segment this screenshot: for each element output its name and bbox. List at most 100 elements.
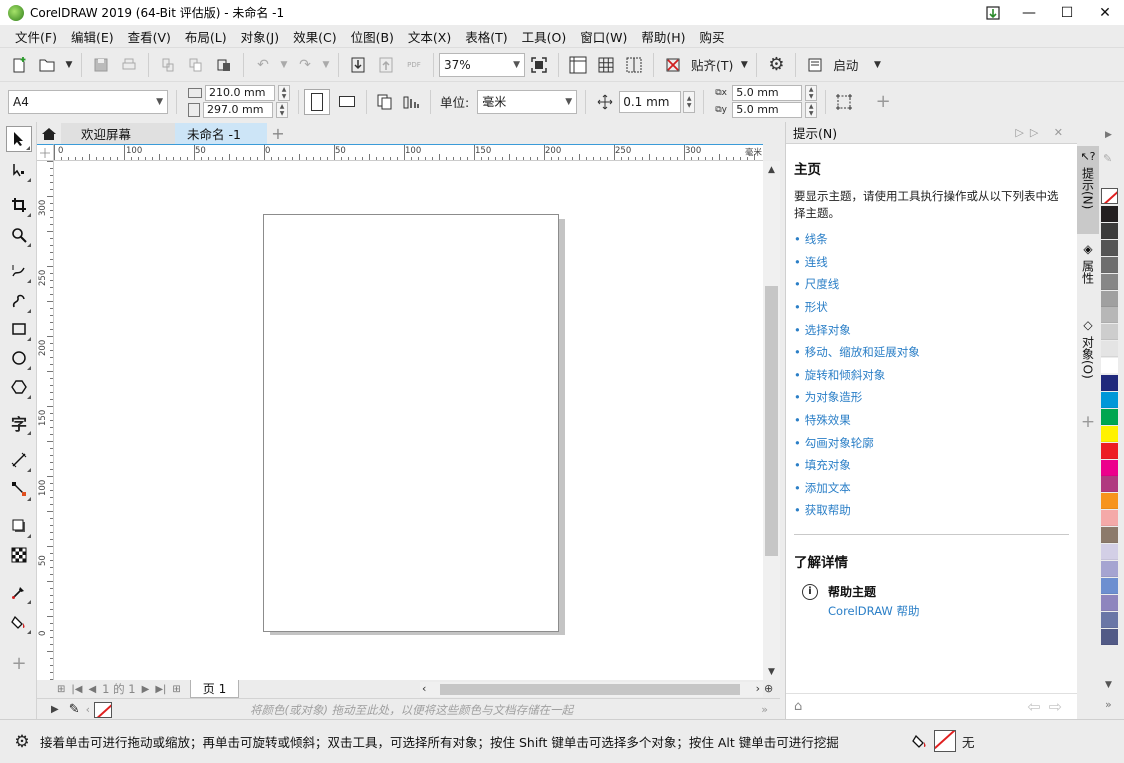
- palette-color-swatch[interactable]: [1101, 611, 1118, 628]
- palette-color-swatch[interactable]: [1101, 594, 1118, 611]
- menu-edit[interactable]: 编辑(E): [64, 27, 121, 46]
- palette-picker-icon[interactable]: ✎: [1103, 152, 1112, 165]
- launch-icon[interactable]: [803, 52, 827, 78]
- new-document-icon[interactable]: [8, 52, 32, 78]
- connector-tool-icon[interactable]: [6, 476, 32, 502]
- status-settings-gear-icon[interactable]: ⚙: [12, 732, 32, 752]
- update-icon[interactable]: [976, 0, 1010, 25]
- zoom-dropdown-chevron-icon[interactable]: ▼: [507, 60, 520, 70]
- palette-color-swatch[interactable]: [1101, 391, 1118, 408]
- palette-color-swatch[interactable]: [1101, 273, 1118, 290]
- horizontal-ruler[interactable]: 0 100 50 0 50 100 150 200 250 300 毫米: [54, 144, 763, 161]
- page-size-chevron-icon[interactable]: ▼: [150, 97, 163, 107]
- hint-link-item[interactable]: • 连线: [794, 251, 1069, 274]
- duplicate-x-spinner[interactable]: ▲ ▼: [805, 85, 818, 101]
- side-tab-hints[interactable]: ↖? 提示(N): [1077, 146, 1099, 234]
- paste-icon[interactable]: [212, 52, 236, 78]
- add-tool-plus-icon[interactable]: +: [6, 650, 32, 676]
- side-tab-objects[interactable]: ◇ 对象(O): [1077, 314, 1099, 406]
- palette-color-swatch[interactable]: [1101, 222, 1118, 239]
- palette-color-swatch[interactable]: [1101, 307, 1118, 324]
- palette-color-swatch[interactable]: [1101, 425, 1118, 442]
- palette-color-swatch[interactable]: [1101, 256, 1118, 273]
- palette-top-arrow-icon[interactable]: ▶: [1105, 130, 1112, 140]
- palette-color-swatch[interactable]: [1101, 341, 1118, 358]
- maximize-button[interactable]: ☐: [1048, 0, 1086, 25]
- add-tab-plus-icon[interactable]: +: [267, 123, 289, 144]
- horizontal-scroll-thumb[interactable]: [440, 684, 740, 695]
- hint-link-item[interactable]: • 选择对象: [794, 318, 1069, 341]
- hint-link-item[interactable]: • 添加文本: [794, 477, 1069, 500]
- docker-controls[interactable]: ▷▷ ✕: [1015, 126, 1069, 139]
- menu-object[interactable]: 对象(J): [234, 27, 286, 46]
- horizontal-scrollbar[interactable]: ‹ ›: [420, 682, 763, 697]
- palette-color-swatch[interactable]: [1101, 358, 1118, 375]
- last-page-icon[interactable]: ▶|: [152, 684, 169, 695]
- menu-tools[interactable]: 工具(O): [515, 27, 574, 46]
- text-tool-icon[interactable]: 字: [6, 410, 32, 436]
- zoom-level-combo[interactable]: 37% ▼: [439, 52, 525, 77]
- launch-label[interactable]: 启动: [833, 55, 858, 74]
- open-dropdown-chevron-icon[interactable]: ▼: [64, 52, 74, 78]
- parallel-dimension-tool-icon[interactable]: [6, 447, 32, 473]
- palette-color-swatch[interactable]: [1101, 408, 1118, 425]
- menu-window[interactable]: 窗口(W): [573, 27, 634, 46]
- page-width-spinner[interactable]: ▲ ▼: [278, 85, 290, 101]
- landscape-orientation-button[interactable]: [334, 89, 360, 115]
- publish-pdf-icon[interactable]: PDF: [402, 52, 426, 78]
- page-height-spinner[interactable]: ▲ ▼: [276, 102, 288, 118]
- palette-eyedropper-icon[interactable]: ✎: [69, 702, 80, 717]
- hint-link-item[interactable]: • 尺度线: [794, 273, 1069, 296]
- palette-color-swatch[interactable]: [1101, 324, 1118, 341]
- palette-color-swatch[interactable]: [1101, 527, 1118, 544]
- export-icon[interactable]: [374, 52, 398, 78]
- copy-icon[interactable]: [184, 52, 208, 78]
- open-folder-icon[interactable]: [36, 52, 60, 78]
- docker-home-icon[interactable]: ⌂: [794, 699, 802, 714]
- hint-link-item[interactable]: • 形状: [794, 296, 1069, 319]
- vertical-scroll-thumb[interactable]: [765, 286, 778, 556]
- help-topic-link[interactable]: CorelDRAW 帮助: [828, 603, 919, 619]
- no-color-swatch[interactable]: [94, 701, 113, 718]
- import-icon[interactable]: [346, 52, 370, 78]
- full-screen-preview-icon[interactable]: [527, 52, 551, 78]
- portrait-orientation-button[interactable]: [304, 88, 330, 115]
- all-pages-button[interactable]: [372, 89, 398, 115]
- hint-link-item[interactable]: • 线条: [794, 228, 1069, 251]
- palette-color-swatch[interactable]: [1101, 628, 1118, 645]
- artistic-media-tool-icon[interactable]: [6, 288, 32, 314]
- palette-color-swatch[interactable]: [1101, 493, 1118, 510]
- print-icon[interactable]: [117, 52, 141, 78]
- document-page[interactable]: [263, 214, 559, 632]
- hint-link-item[interactable]: • 为对象造形: [794, 386, 1069, 409]
- units-chevron-icon[interactable]: ▼: [559, 97, 572, 107]
- current-page-button[interactable]: [398, 89, 424, 115]
- duplicate-x-input[interactable]: 5.0 mm: [732, 85, 803, 101]
- ellipse-tool-icon[interactable]: [6, 345, 32, 371]
- hint-link-item[interactable]: • 旋转和倾斜对象: [794, 364, 1069, 387]
- cut-icon[interactable]: [156, 52, 180, 78]
- menu-file[interactable]: 文件(F): [8, 27, 64, 46]
- options-gear-icon[interactable]: ⚙: [764, 52, 788, 78]
- palette-color-swatch[interactable]: [1101, 290, 1118, 307]
- launch-dropdown-chevron-icon[interactable]: ▼: [872, 52, 882, 78]
- docker-nav-arrows[interactable]: ⇦⇨: [1027, 697, 1070, 716]
- shape-tool-icon[interactable]: [6, 157, 32, 183]
- palette-scroll-left-icon[interactable]: ‹: [86, 703, 90, 716]
- rectangle-tool-icon[interactable]: [6, 316, 32, 342]
- pick-tool-icon[interactable]: [6, 126, 32, 152]
- palette-color-swatch[interactable]: [1101, 510, 1118, 527]
- scroll-left-chevron-icon[interactable]: ‹: [422, 682, 426, 695]
- close-button[interactable]: ✕: [1086, 0, 1124, 25]
- side-tab-properties[interactable]: ◈ 属性: [1077, 238, 1099, 308]
- menu-help[interactable]: 帮助(H): [634, 27, 692, 46]
- add-docker-plus-icon[interactable]: +: [1077, 412, 1099, 434]
- palette-scroll-right-icon[interactable]: »: [761, 703, 768, 716]
- polygon-tool-icon[interactable]: [6, 374, 32, 400]
- scroll-right-chevron-icon[interactable]: ›: [756, 682, 760, 695]
- undo-dropdown-chevron-icon[interactable]: ▼: [279, 52, 289, 78]
- scroll-up-chevron-icon[interactable]: ▲: [763, 161, 780, 178]
- palette-color-swatch[interactable]: [1101, 206, 1118, 222]
- duplicate-y-spinner[interactable]: ▲ ▼: [805, 102, 818, 118]
- menu-buy[interactable]: 购买: [693, 27, 732, 46]
